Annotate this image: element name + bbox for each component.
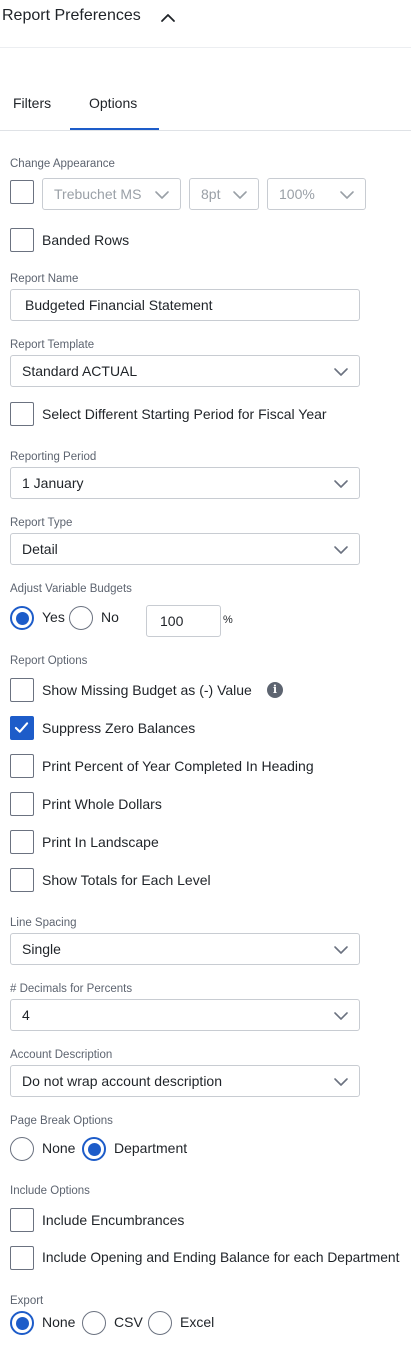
info-icon[interactable]: i <box>267 682 283 698</box>
account-description-select[interactable]: Do not wrap account description <box>10 1065 360 1097</box>
line-spacing-value: Single <box>22 941 61 957</box>
tab-options[interactable]: Options <box>89 95 137 111</box>
include-opening-ending-checkbox[interactable] <box>10 1246 34 1270</box>
report-name-input[interactable]: Budgeted Financial Statement <box>10 289 360 321</box>
include-encumbrances-checkbox[interactable] <box>10 1208 34 1232</box>
adjust-percent-input[interactable]: 100 <box>146 605 221 637</box>
line-spacing-label: Line Spacing <box>10 917 77 929</box>
page-break-department-radio[interactable] <box>82 1137 106 1161</box>
page-title: Report Preferences <box>2 7 141 24</box>
export-csv-label: CSV <box>114 1314 143 1330</box>
decimals-percents-label: # Decimals for Percents <box>10 983 133 995</box>
reporting-period-value: 1 January <box>22 475 84 491</box>
print-percent-year-label: Print Percent of Year Completed In Headi… <box>42 758 314 774</box>
decimals-percents-select[interactable]: 4 <box>10 999 360 1031</box>
page-break-none-label: None <box>42 1140 76 1156</box>
checkmark-icon <box>14 722 29 733</box>
adjust-budgets-yes-label: Yes <box>42 609 65 625</box>
adjust-budgets-label: Adjust Variable Budgets <box>10 583 132 595</box>
report-name-label: Report Name <box>10 273 79 285</box>
change-appearance-checkbox[interactable] <box>10 180 34 204</box>
zoom-select[interactable]: 100% <box>267 178 366 210</box>
chevron-down-icon <box>334 546 348 554</box>
report-template-label: Report Template <box>10 339 95 351</box>
starting-period-label: Select Different Starting Period for Fis… <box>42 406 327 422</box>
export-excel-label: Excel <box>180 1314 215 1330</box>
adjust-budgets-no-radio[interactable] <box>69 606 93 630</box>
decimals-percents-value: 4 <box>22 1007 30 1023</box>
report-options-label: Report Options <box>10 655 88 667</box>
report-type-select[interactable]: Detail <box>10 533 360 565</box>
percent-sign: % <box>223 614 233 626</box>
chevron-down-icon <box>334 480 348 488</box>
export-none-label: None <box>42 1314 76 1330</box>
font-select[interactable]: Trebuchet MS <box>42 178 181 210</box>
starting-period-checkbox[interactable] <box>10 402 34 426</box>
page-break-label: Page Break Options <box>10 1115 113 1127</box>
chevron-down-icon <box>340 191 354 199</box>
show-totals-label: Show Totals for Each Level <box>42 872 211 888</box>
include-encumbrances-label: Include Encumbrances <box>42 1212 185 1228</box>
export-csv-radio[interactable] <box>82 1311 106 1335</box>
chevron-down-icon <box>334 1012 348 1020</box>
banded-rows-label: Banded Rows <box>42 232 130 248</box>
report-template-select[interactable]: Standard ACTUAL <box>10 355 360 387</box>
tabs-divider <box>0 130 411 131</box>
account-description-value: Do not wrap account description <box>22 1073 222 1089</box>
adjust-budgets-no-label: No <box>101 609 119 625</box>
banded-rows-checkbox[interactable] <box>10 228 34 252</box>
print-whole-dollars-checkbox[interactable] <box>10 792 34 816</box>
report-type-value: Detail <box>22 541 58 557</box>
font-size-select[interactable]: 8pt <box>189 178 259 210</box>
report-type-label: Report Type <box>10 517 73 529</box>
page-break-department-label: Department <box>114 1140 188 1156</box>
export-label: Export <box>10 1295 44 1307</box>
change-appearance-label: Change Appearance <box>10 158 115 170</box>
report-template-value: Standard ACTUAL <box>22 363 138 379</box>
header-divider <box>0 47 411 48</box>
show-missing-budget-checkbox[interactable] <box>10 678 34 702</box>
chevron-down-icon <box>334 946 348 954</box>
font-select-value: Trebuchet MS <box>54 186 142 202</box>
reporting-period-label: Reporting Period <box>10 451 97 463</box>
export-none-radio[interactable] <box>10 1311 34 1335</box>
font-size-value: 8pt <box>201 186 221 202</box>
show-missing-budget-label: Show Missing Budget as (-) Value <box>42 682 252 698</box>
line-spacing-select[interactable]: Single <box>10 933 360 965</box>
chevron-down-icon <box>334 368 348 376</box>
tab-filters[interactable]: Filters <box>13 95 51 111</box>
chevron-down-icon <box>334 1078 348 1086</box>
adjust-budgets-yes-radio[interactable] <box>10 606 34 630</box>
chevron-down-icon <box>155 191 169 199</box>
reporting-period-select[interactable]: 1 January <box>10 467 360 499</box>
include-options-label: Include Options <box>10 1185 90 1197</box>
account-description-label: Account Description <box>10 1049 113 1061</box>
print-landscape-checkbox[interactable] <box>10 830 34 854</box>
show-totals-checkbox[interactable] <box>10 868 34 892</box>
export-excel-radio[interactable] <box>148 1311 172 1335</box>
print-landscape-label: Print In Landscape <box>42 834 159 850</box>
suppress-zero-balances-label: Suppress Zero Balances <box>42 720 196 736</box>
zoom-value: 100% <box>279 186 315 202</box>
page-break-none-radio[interactable] <box>10 1137 34 1161</box>
print-whole-dollars-label: Print Whole Dollars <box>42 796 162 812</box>
print-percent-year-checkbox[interactable] <box>10 754 34 778</box>
chevron-up-icon[interactable] <box>160 10 176 26</box>
chevron-down-icon <box>233 191 247 199</box>
suppress-zero-balances-checkbox[interactable] <box>10 716 34 740</box>
include-opening-ending-label: Include Opening and Ending Balance for e… <box>42 1250 400 1265</box>
